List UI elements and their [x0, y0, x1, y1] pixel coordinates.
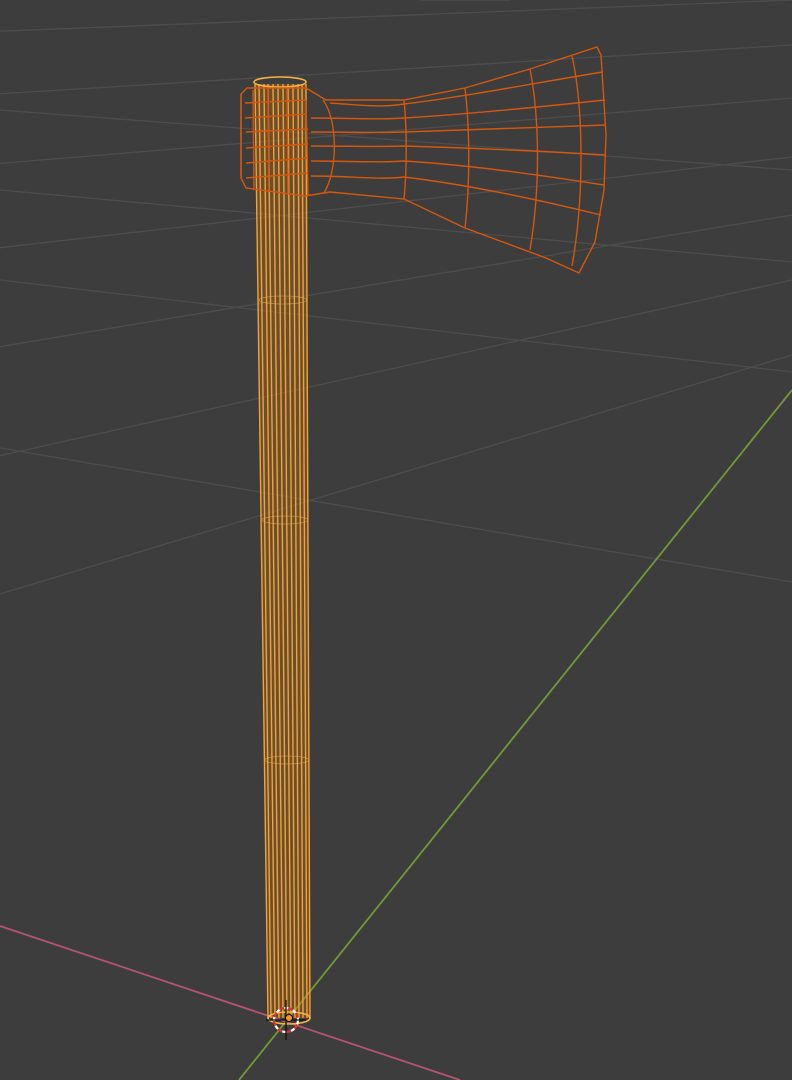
viewport-scene[interactable] [0, 0, 792, 1080]
object-origin [285, 1014, 293, 1022]
x-axis-line [0, 925, 461, 1080]
axe-object[interactable] [240, 46, 607, 1025]
axe-handle[interactable] [253, 76, 311, 1025]
y-axis-line [238, 389, 792, 1080]
3d-viewport[interactable] [0, 0, 792, 1080]
floor-grid [0, 0, 792, 595]
